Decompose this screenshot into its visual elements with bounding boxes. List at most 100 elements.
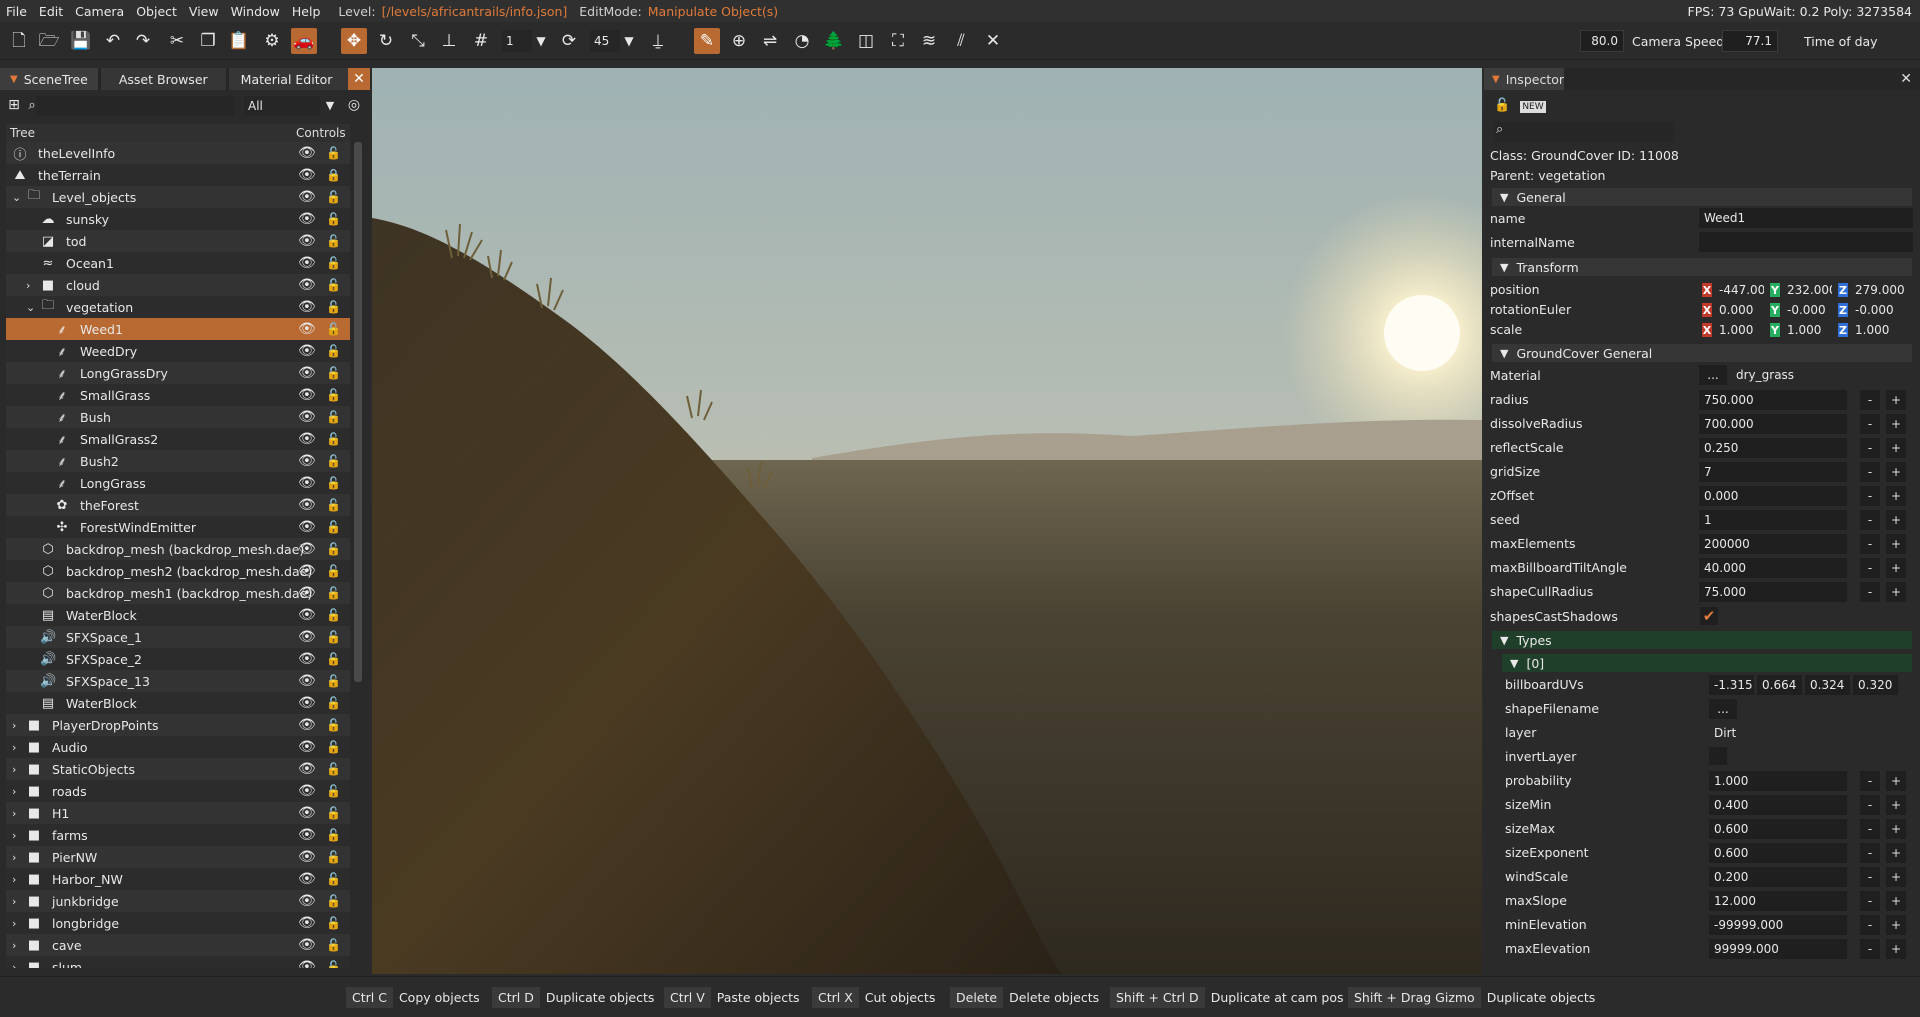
new-file-icon[interactable]: 🗋 — [6, 28, 32, 54]
visibility-eye-icon[interactable]: 👁 — [298, 915, 316, 931]
transform-scale-z[interactable]: 1.000 — [1850, 320, 1910, 340]
decrement-button[interactable]: - — [1860, 891, 1880, 911]
tree-row[interactable]: ⬡ backdrop_mesh (backdrop_mesh.dae) 👁 🔓 — [6, 538, 350, 560]
unlock-icon[interactable]: 🔓 — [326, 718, 341, 732]
visibility-eye-icon[interactable]: 👁 — [298, 299, 316, 315]
tab-scenetree[interactable]: ▼ SceneTree — [0, 68, 98, 90]
unlock-icon[interactable]: 🔓 — [326, 828, 341, 842]
visibility-eye-icon[interactable]: 👁 — [298, 827, 316, 843]
tree-row[interactable]: ✣ ForestWindEmitter 👁 🔓 — [6, 516, 350, 538]
close-icon[interactable]: ✕ — [348, 68, 370, 90]
visibility-eye-icon[interactable]: 👁 — [298, 497, 316, 513]
unlock-icon[interactable]: 🔓 — [326, 520, 341, 534]
move-gizmo-icon[interactable]: ✥ — [341, 28, 367, 54]
sizeMin-field[interactable]: 0.400 — [1709, 795, 1847, 815]
visibility-eye-icon[interactable]: 👁 — [298, 211, 316, 227]
unlock-icon[interactable]: 🔓 — [326, 410, 341, 424]
unlock-icon[interactable]: 🔓 — [326, 366, 341, 380]
visibility-eye-icon[interactable]: 👁 — [298, 651, 316, 667]
forest-tool-icon[interactable]: 🌲 — [821, 28, 847, 54]
increment-button[interactable]: + — [1886, 390, 1906, 410]
section-types-0[interactable]: ▼ [0] — [1502, 654, 1912, 672]
tree-row[interactable]: ▤ WaterBlock 👁 🔓 — [6, 604, 350, 626]
tree-row[interactable]: ⛰ theTerrain 👁 🔒 — [6, 164, 350, 186]
transform-position-z[interactable]: 279.000 — [1850, 280, 1910, 300]
chevron-down-icon[interactable]: ⌄ — [26, 301, 35, 314]
tree-row[interactable]: › ■ cloud 👁 🔓 — [6, 274, 350, 296]
tree-row[interactable]: ▤ WaterBlock 👁 🔓 — [6, 692, 350, 714]
name-field[interactable]: Weed1 — [1699, 208, 1913, 228]
visibility-eye-icon[interactable]: 👁 — [298, 893, 316, 909]
section-general[interactable]: ▼ General — [1492, 188, 1912, 206]
tab-asset-browser[interactable]: Asset Browser — [100, 68, 226, 90]
windScale-field[interactable]: 0.200 — [1709, 867, 1847, 887]
unlock-icon[interactable]: 🔓 — [326, 234, 341, 248]
tree-row[interactable]: › ■ Harbor_NW 👁 🔓 — [6, 868, 350, 890]
tab-material-editor[interactable]: Material Editor — [228, 68, 351, 90]
tree-row[interactable]: › ■ farms 👁 🔓 — [6, 824, 350, 846]
decrement-button[interactable]: - — [1860, 390, 1880, 410]
section-transform[interactable]: ▼ Transform — [1492, 258, 1912, 276]
increment-button[interactable]: + — [1886, 534, 1906, 554]
object-edit-icon[interactable]: ✎ — [694, 28, 720, 54]
tree-row[interactable]: 🔊 SFXSpace_1 👁 🔓 — [6, 626, 350, 648]
increment-button[interactable]: + — [1886, 414, 1906, 434]
chevron-right-icon[interactable]: › — [12, 719, 16, 732]
unlock-icon[interactable]: 🔓 — [326, 344, 341, 358]
transform-position-x[interactable]: -447.000 — [1714, 280, 1764, 300]
layers-icon[interactable]: ◫ — [853, 28, 879, 54]
unlock-icon[interactable]: 🔓 — [326, 388, 341, 402]
tree-scroll-thumb[interactable] — [354, 142, 362, 682]
tree-search-input[interactable] — [36, 96, 234, 116]
time-of-day-field[interactable]: 77.1 — [1722, 30, 1778, 52]
transform-scale-x[interactable]: 1.000 — [1714, 320, 1764, 340]
internal-name-field[interactable] — [1699, 232, 1913, 252]
menu-file[interactable]: File — [0, 4, 33, 19]
minElevation-field[interactable]: -99999.000 — [1709, 915, 1847, 935]
unlock-icon[interactable]: 🔓 — [326, 190, 341, 204]
visibility-eye-icon[interactable]: 👁 — [298, 937, 316, 953]
visibility-eye-icon[interactable]: 👁 — [298, 387, 316, 403]
unlock-icon[interactable]: 🔓 — [326, 630, 341, 644]
unlock-icon[interactable]: 🔓 — [326, 674, 341, 688]
paste-icon[interactable]: 📋 — [226, 28, 252, 54]
rotate-gizmo-icon[interactable]: ↻ — [373, 28, 399, 54]
decrement-button[interactable]: - — [1860, 771, 1880, 791]
decrement-button[interactable]: - — [1860, 867, 1880, 887]
panel-menu-icon[interactable]: ▼ — [10, 74, 18, 85]
sizeMax-field[interactable]: 0.600 — [1709, 819, 1847, 839]
rotate-dropdown-icon[interactable]: ▼ — [616, 28, 642, 54]
tree-row[interactable]: ⬡ backdrop_mesh1 (backdrop_mesh.dae) 👁 🔓 — [6, 582, 350, 604]
unlock-icon[interactable]: 🔓 — [326, 784, 341, 798]
decrement-button[interactable]: - — [1860, 939, 1880, 959]
section-types[interactable]: ▼ Types — [1492, 631, 1912, 649]
tree-row[interactable]: › ■ Audio 👁 🔓 — [6, 736, 350, 758]
unlock-icon[interactable]: 🔓 — [326, 894, 341, 908]
visibility-eye-icon[interactable]: 👁 — [298, 717, 316, 733]
decrement-button[interactable]: - — [1860, 534, 1880, 554]
decrement-button[interactable]: - — [1860, 438, 1880, 458]
sizeExponent-field[interactable]: 0.600 — [1709, 843, 1847, 863]
visibility-eye-icon[interactable]: 👁 — [298, 189, 316, 205]
decrement-button[interactable]: - — [1860, 795, 1880, 815]
tree-row[interactable]: ⸙ LongGrassDry 👁 🔓 — [6, 362, 350, 384]
unlock-icon[interactable]: 🔓 — [326, 498, 341, 512]
seed-field[interactable]: 1 — [1699, 510, 1847, 530]
terrain-paint-icon[interactable]: ◔ — [789, 28, 815, 54]
increment-button[interactable]: + — [1886, 795, 1906, 815]
sync-selection-icon[interactable]: ◎ — [344, 94, 364, 116]
visibility-eye-icon[interactable]: 👁 — [298, 871, 316, 887]
increment-button[interactable]: + — [1886, 486, 1906, 506]
unlock-icon[interactable]: 🔓 — [326, 916, 341, 930]
maxBillboardTiltAngle-field[interactable]: 40.000 — [1699, 558, 1847, 578]
visibility-eye-icon[interactable]: 👁 — [298, 849, 316, 865]
3d-viewport[interactable] — [372, 68, 1482, 974]
unlock-icon[interactable]: 🔓 — [326, 256, 341, 270]
decrement-button[interactable]: - — [1860, 414, 1880, 434]
maxElements-field[interactable]: 200000 — [1699, 534, 1847, 554]
unlock-icon[interactable]: 🔓 — [326, 586, 341, 600]
zOffset-field[interactable]: 0.000 — [1699, 486, 1847, 506]
billboard-uv-1[interactable]: 0.664 — [1757, 675, 1802, 695]
visibility-eye-icon[interactable]: 👁 — [298, 563, 316, 579]
rotate-snap-icon[interactable]: ⟳ — [556, 28, 582, 54]
